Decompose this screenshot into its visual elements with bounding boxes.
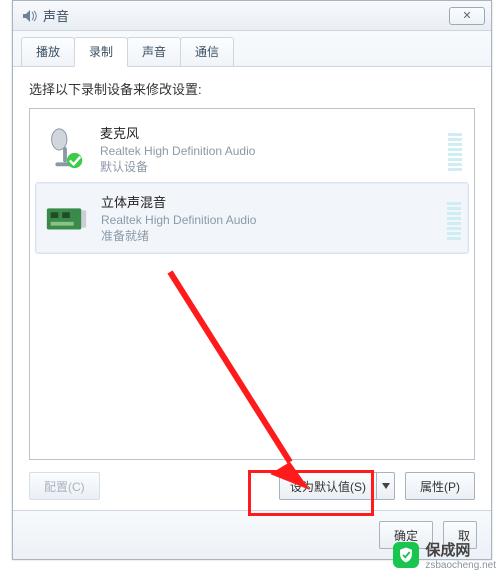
device-desc: Realtek High Definition Audio [101, 213, 447, 227]
window-title: 声音 [43, 6, 449, 25]
watermark-url: zsbaocheng.net [425, 560, 496, 571]
device-info: 麦克风 Realtek High Definition Audio 默认设备 [100, 123, 448, 175]
tab-label: 声音 [142, 45, 166, 59]
tab-content: 选择以下录制设备来修改设置: 麦克风 Realtek High Definiti… [13, 67, 491, 510]
tab-strip: 播放 录制 声音 通信 [13, 31, 491, 67]
lower-button-row: 配置(C) 设为默认值(S) 属性(P) [29, 472, 475, 500]
chevron-down-icon[interactable] [376, 473, 394, 499]
close-button[interactable]: ✕ [449, 7, 485, 25]
device-name: 麦克风 [100, 123, 448, 142]
device-status: 准备就绪 [101, 227, 447, 244]
sound-card-icon [43, 195, 89, 241]
watermark-text: 保成网 zsbaocheng.net [425, 539, 496, 571]
close-icon: ✕ [462, 9, 471, 22]
tab-communications[interactable]: 通信 [180, 37, 234, 66]
properties-button[interactable]: 属性(P) [405, 472, 475, 500]
device-status: 默认设备 [100, 158, 448, 175]
speaker-icon [21, 8, 37, 24]
watermark-brand: 保成网 [425, 542, 470, 559]
level-meter [447, 196, 461, 240]
tab-recording[interactable]: 录制 [74, 37, 128, 67]
microphone-icon [42, 126, 88, 172]
tab-sounds[interactable]: 声音 [127, 37, 181, 66]
device-info: 立体声混音 Realtek High Definition Audio 准备就绪 [101, 192, 447, 244]
device-list[interactable]: 麦克风 Realtek High Definition Audio 默认设备 [29, 108, 475, 460]
button-label: 设为默认值(S) [280, 473, 376, 499]
shield-check-icon [393, 542, 419, 568]
watermark: 保成网 zsbaocheng.net [393, 539, 496, 571]
tab-label: 录制 [89, 45, 113, 59]
configure-button[interactable]: 配置(C) [29, 472, 100, 500]
device-name: 立体声混音 [101, 192, 447, 211]
level-meter [448, 127, 462, 171]
button-label: 配置(C) [44, 478, 85, 495]
tab-playback[interactable]: 播放 [21, 37, 75, 66]
title-bar: 声音 ✕ [13, 1, 491, 31]
device-desc: Realtek High Definition Audio [100, 144, 448, 158]
tab-label: 播放 [36, 45, 60, 59]
instruction-text: 选择以下录制设备来修改设置: [29, 79, 475, 98]
tab-label: 通信 [195, 45, 219, 59]
device-item-stereo-mix[interactable]: 立体声混音 Realtek High Definition Audio 准备就绪 [36, 183, 468, 253]
set-default-button[interactable]: 设为默认值(S) [279, 472, 395, 500]
sound-dialog: 声音 ✕ 播放 录制 声音 通信 选择以下录制设备来修改设置: [12, 0, 492, 560]
spacer [110, 472, 269, 500]
device-item-microphone[interactable]: 麦克风 Realtek High Definition Audio 默认设备 [36, 115, 468, 183]
button-label: 属性(P) [420, 478, 460, 495]
